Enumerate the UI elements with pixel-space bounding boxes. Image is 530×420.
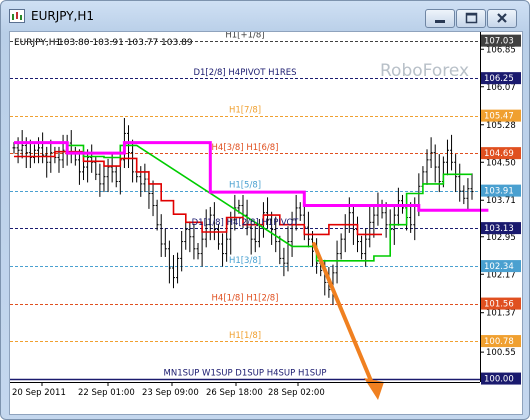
maximize-button[interactable] xyxy=(456,9,486,28)
level-price-label: 103.13 xyxy=(484,224,514,234)
level-label: H1[1/8] xyxy=(229,331,261,341)
price-tick-label: 105.28 xyxy=(486,121,516,131)
level-label: H1[3/8] xyxy=(229,256,261,266)
level-price-label: 107.03 xyxy=(484,37,514,47)
price-chart[interactable]: EURJPY,H1 103.80 103.91 103.77 103.89 Ro… xyxy=(10,31,522,414)
price-tick-label: 104.50 xyxy=(486,158,516,168)
window-title: EURJPY,H1 xyxy=(31,9,95,23)
time-tick-label: 20 Sep 2011 xyxy=(12,388,66,398)
time-tick-label: 23 Sep 09:00 xyxy=(142,388,199,398)
level-price-label: 100.78 xyxy=(484,337,514,347)
time-tick-label: 26 Sep 18:00 xyxy=(206,388,263,398)
level-label: H4[1/8] H1[2/8] xyxy=(212,294,279,304)
chart-ohlc-label: 103.80 103.91 103.77 103.89 xyxy=(58,38,193,48)
level-price-label: 100.00 xyxy=(484,375,514,385)
price-tick-label: 106.85 xyxy=(486,45,516,55)
maximize-icon xyxy=(465,12,478,24)
level-price-label: 102.34 xyxy=(484,262,514,272)
close-icon xyxy=(497,13,507,23)
level-label: H4[3/8] H1[6/8] xyxy=(212,143,279,153)
price-tick-label: 100.55 xyxy=(486,348,516,358)
close-button[interactable] xyxy=(487,9,517,28)
level-price-label: 101.56 xyxy=(484,300,514,310)
level-label: H1[7/8] xyxy=(229,106,261,116)
level-price-label: 104.69 xyxy=(484,149,514,159)
level-price-label: 103.91 xyxy=(484,187,514,197)
chart-area[interactable]: EURJPY,H1 103.80 103.91 103.77 103.89 Ro… xyxy=(9,31,523,415)
level-label: D1[2/8] H4PIVOT H1RES xyxy=(193,68,296,78)
price-tick-label: 102.95 xyxy=(486,233,516,243)
price-tick-label: 106.07 xyxy=(486,83,516,93)
title-bar[interactable]: EURJPY,H1 xyxy=(1,1,529,31)
chart-window-icon xyxy=(9,9,25,23)
chart-symbol-label: EURJPY,H1 xyxy=(14,38,61,48)
chart-window: EURJPY,H1 EURJPY,H1 103.80 103.91 103.77… xyxy=(0,0,530,420)
level-label: MN1SUP W1SUP D1SUP H4SUP H1SUP xyxy=(164,369,327,379)
price-tick-label: 101.37 xyxy=(486,309,516,319)
level-price-label: 106.25 xyxy=(484,74,514,84)
time-tick-label: 22 Sep 01:00 xyxy=(78,388,135,398)
level-price-label: 105.47 xyxy=(484,112,514,122)
time-tick-label: 28 Sep 02:00 xyxy=(268,388,325,398)
level-label: D1[1/8] H4[2/8] H1PIVOT xyxy=(192,218,300,228)
level-label: H1[+1/8] xyxy=(225,32,264,41)
price-tick-label: 103.71 xyxy=(486,196,516,206)
minimize-button[interactable] xyxy=(425,9,455,28)
minimize-icon xyxy=(435,20,445,23)
level-label: H1[5/8] xyxy=(229,181,261,191)
